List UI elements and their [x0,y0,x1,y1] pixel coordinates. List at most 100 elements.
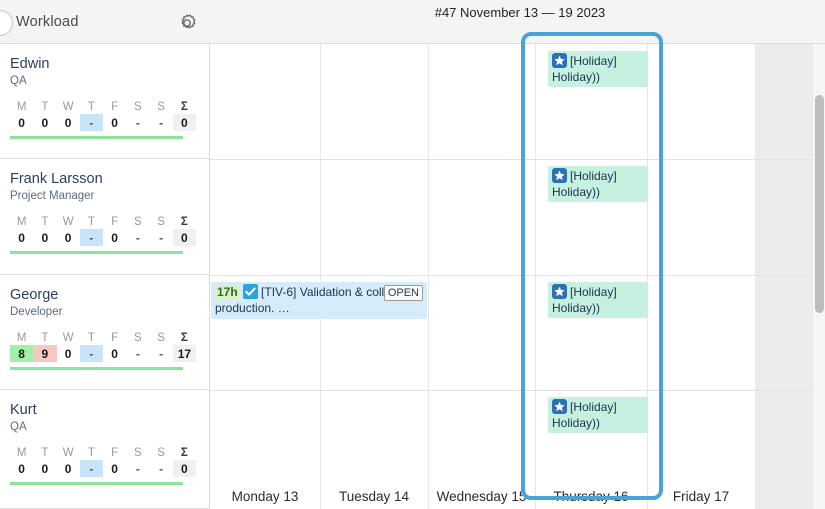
stats-header-day: T [80,99,103,114]
stats-day-value[interactable]: 0 [10,229,33,246]
column-divider [535,44,536,509]
stats-day-value[interactable]: - [80,460,103,477]
stats-day-value[interactable]: - [150,229,173,246]
capacity-bar [10,251,183,254]
capacity-bar [10,482,183,485]
stats-header-row: MTWTFSSΣ [10,445,196,460]
column-divider [428,44,429,509]
resource-role: Project Manager [10,190,210,202]
stats-day-value[interactable]: 0 [33,229,56,246]
row-divider [210,275,825,276]
capacity-bar [10,367,183,370]
resource-panel: Workload EdwinQAMTWTFSSΣ000-0--0Frank La… [0,0,210,509]
resource-name: Kurt [10,402,210,419]
stats-header-total: Σ [173,445,196,460]
stats-day-value[interactable]: - [80,345,103,362]
column-divider [647,44,648,509]
workload-stats-table: MTWTFSSΣ000-0--0 [10,99,196,139]
holiday-event[interactable]: [Holiday] Holiday)) [548,282,648,318]
task-event[interactable]: 17h [TIV-6] Validation & collateral prod… [211,282,427,319]
stats-header-day: T [80,214,103,229]
stats-header-day: S [126,99,149,114]
resource-name: Frank Larsson [10,171,210,188]
stats-total-value[interactable]: 0 [173,460,196,477]
stats-day-value[interactable]: 0 [103,460,126,477]
stats-day-value[interactable]: - [126,114,149,131]
row-divider [210,390,825,391]
stats-header-day: F [103,214,126,229]
stats-total-value[interactable]: 0 [173,114,196,131]
stats-header-day: T [80,445,103,460]
check-icon [243,284,258,299]
stats-day-value[interactable]: 0 [57,114,80,131]
column-divider [320,44,321,509]
star-icon [552,284,567,299]
resource-row[interactable]: Frank LarssonProject ManagerMTWTFSSΣ000-… [0,159,210,275]
day-header-thu[interactable]: Thursday 16 [535,489,647,504]
weekend-column-sat [755,44,790,509]
stats-day-value[interactable]: - [80,114,103,131]
stats-header-day: T [33,445,56,460]
stats-day-value[interactable]: - [150,114,173,131]
resource-role: QA [10,421,210,433]
stats-day-value[interactable]: 8 [10,345,33,362]
stats-day-value[interactable]: - [80,229,103,246]
stats-header-total: Σ [173,99,196,114]
holiday-event[interactable]: [Holiday] Holiday)) [548,397,648,433]
stats-header-day: W [57,445,80,460]
stats-header-day: S [150,214,173,229]
vertical-scrollbar-thumb[interactable] [815,95,824,313]
stats-day-value[interactable]: 0 [57,460,80,477]
stats-header-day: T [33,99,56,114]
workload-calendar-app: Workload EdwinQAMTWTFSSΣ000-0--0Frank La… [0,0,825,509]
stats-header-day: S [150,330,173,345]
stats-day-value[interactable]: 0 [103,345,126,362]
stats-day-value[interactable]: 0 [33,460,56,477]
stats-total-value[interactable]: 17 [173,345,196,362]
stats-day-value[interactable]: 0 [57,345,80,362]
resource-row[interactable]: EdwinQAMTWTFSSΣ000-0--0 [0,44,210,159]
stats-header-total: Σ [173,330,196,345]
task-hours-badge: 17h [215,285,240,299]
stats-header-day: M [10,445,33,460]
stats-day-value[interactable]: 0 [10,114,33,131]
stats-day-value[interactable]: 0 [33,114,56,131]
day-header-fri[interactable]: Friday 17 [647,489,755,504]
stats-value-row: 890-0--17 [10,345,196,362]
stats-total-value[interactable]: 0 [173,229,196,246]
day-header-wed[interactable]: Wednesday 15 [428,489,535,504]
stats-header-day: S [126,445,149,460]
day-header-mon[interactable]: Monday 13 [210,489,320,504]
stats-header-day: T [80,330,103,345]
stats-day-value[interactable]: 9 [33,345,56,362]
holiday-event[interactable]: [Holiday] Holiday)) [548,166,648,202]
stats-header-row: MTWTFSSΣ [10,214,196,229]
resource-name: Edwin [10,56,210,73]
stats-day-value[interactable]: 0 [103,229,126,246]
stats-day-value[interactable]: - [126,345,149,362]
stats-header-day: S [150,445,173,460]
star-icon [552,399,567,414]
stats-header-day: S [126,214,149,229]
stats-day-value[interactable]: - [150,460,173,477]
holiday-event[interactable]: [Holiday] Holiday)) [548,51,648,87]
stats-day-value[interactable]: 0 [10,460,33,477]
stats-day-value[interactable]: - [150,345,173,362]
resource-row[interactable]: KurtQAMTWTFSSΣ000-0--0 [0,390,210,509]
workload-stats-table: MTWTFSSΣ890-0--17 [10,330,196,370]
stats-header-row: MTWTFSSΣ [10,330,196,345]
resource-row[interactable]: GeorgeDeveloperMTWTFSSΣ890-0--17 [0,275,210,390]
week-range-label: #47 November 13 — 19 2023 [0,5,825,20]
workload-stats-table: MTWTFSSΣ000-0--0 [10,214,196,254]
stats-day-value[interactable]: 0 [103,114,126,131]
stats-header-row: MTWTFSSΣ [10,99,196,114]
day-header-tue[interactable]: Tuesday 14 [320,489,428,504]
stats-day-value[interactable]: 0 [57,229,80,246]
stats-day-value[interactable]: - [126,229,149,246]
stats-day-value[interactable]: - [126,460,149,477]
stats-header-day: S [126,330,149,345]
stats-value-row: 000-0--0 [10,229,196,246]
resource-name: George [10,287,210,304]
star-icon [552,168,567,183]
star-icon [552,53,567,68]
